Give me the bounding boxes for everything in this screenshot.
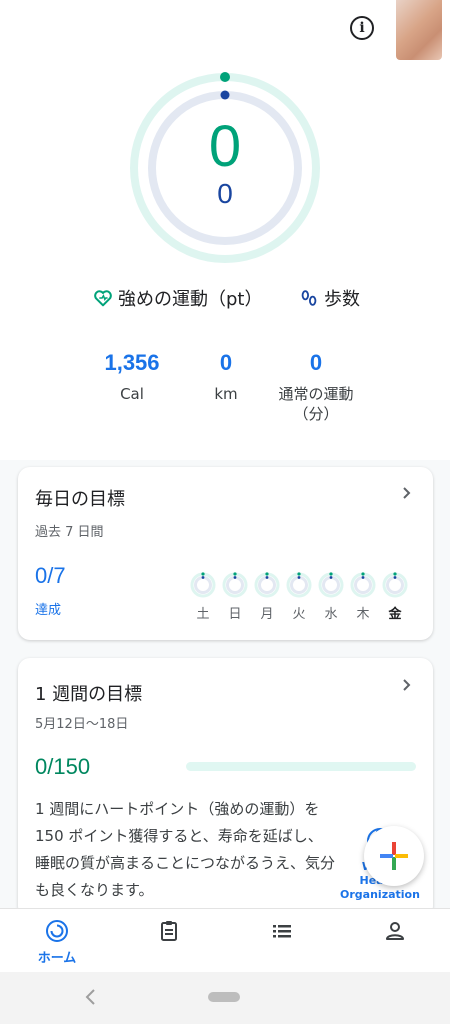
day-indicator-today: 金 <box>381 571 409 622</box>
move-minutes-label-line2: （分） <box>293 405 339 423</box>
calories-label: Cal <box>120 385 144 403</box>
day-indicator: 土 <box>189 571 217 622</box>
legend-heart-label: 強めの運動（pt） <box>118 289 263 310</box>
distance-label: km <box>214 385 238 403</box>
system-navigation <box>0 972 450 1024</box>
stat-calories: 1,356 Cal <box>100 350 164 404</box>
daily-goal-value: 0/7 <box>35 563 66 588</box>
steps-icon <box>301 290 317 306</box>
legend-heart-points: 強めの運動（pt） <box>92 284 262 312</box>
stat-distance: 0 km <box>196 350 256 404</box>
bottom-navigation: ホーム <box>0 908 450 972</box>
chevron-right-icon <box>403 487 411 499</box>
add-icon <box>380 842 408 870</box>
move-minutes-label: 通常の運動 （分） <box>256 384 376 424</box>
day-label: 木 <box>356 607 370 622</box>
day-indicator: 日 <box>221 571 249 622</box>
heart-ring-indicator <box>220 72 230 82</box>
weekly-goal-value: 0/150 <box>35 754 91 779</box>
day-label-today: 金 <box>388 607 402 622</box>
day-label: 火 <box>292 607 306 622</box>
weekly-goal-progress-bar <box>186 762 416 771</box>
stat-move-minutes: 0 通常の運動 （分） <box>256 350 376 424</box>
back-icon[interactable] <box>84 988 98 1006</box>
day-ring-icon <box>286 572 312 598</box>
nav-journal[interactable] <box>124 909 214 973</box>
chevron-right-icon <box>403 679 411 691</box>
weekly-goal-title: 1 週間の目標 <box>35 684 143 705</box>
list-icon <box>273 925 291 938</box>
day-label: 土 <box>196 607 210 622</box>
weekly-goal-description: 1 週間にハートポイント（強めの運動）を 150 ポイント獲得すると、寿命を延ば… <box>35 800 336 899</box>
day-ring-icon <box>254 572 280 598</box>
nav-browse[interactable] <box>237 909 327 973</box>
add-button[interactable] <box>364 826 424 886</box>
nav-profile[interactable] <box>350 909 440 973</box>
calories-value: 1,356 <box>104 350 160 375</box>
day-label: 日 <box>228 607 242 622</box>
daily-goal-status: 達成 <box>35 603 62 618</box>
daily-goal-subtitle: 過去 7 日間 <box>35 525 104 540</box>
home-rings-icon <box>46 920 68 942</box>
day-ring-icon <box>190 572 216 598</box>
profile-avatar[interactable] <box>396 0 442 60</box>
day-label: 水 <box>324 607 338 622</box>
nav-home-label: ホーム <box>37 951 77 966</box>
legend-steps-label: 歩数 <box>324 289 360 310</box>
legend-steps: 歩数 <box>298 284 360 312</box>
nav-home[interactable]: ホーム <box>12 909 102 973</box>
daily-goal-card[interactable]: 毎日の目標 過去 7 日間 0/7 達成 土 日 月 火 水 木 金 <box>18 467 433 640</box>
steps-value: 0 <box>217 178 233 209</box>
weekly-goal-date-range: 5月12日〜18日 <box>35 717 129 732</box>
day-label: 月 <box>260 607 274 622</box>
day-ring-icon <box>350 572 376 598</box>
info-icon[interactable]: i <box>350 16 374 40</box>
day-ring-icon <box>318 572 344 598</box>
who-line2: Organization <box>340 888 420 901</box>
day-indicator: 木 <box>349 571 377 622</box>
day-indicator: 火 <box>285 571 313 622</box>
person-icon <box>386 922 404 940</box>
day-indicator: 水 <box>317 571 345 622</box>
heart-points-value: 0 <box>208 114 242 179</box>
stats-row: 1,356 Cal 0 km 0 通常の運動 （分） <box>0 350 450 430</box>
steps-ring-indicator <box>220 90 230 100</box>
heart-points-icon <box>94 290 112 307</box>
move-minutes-label-line1: 通常の運動 <box>278 385 354 403</box>
activity-ring[interactable]: 0 0 <box>127 70 323 266</box>
day-ring-icon <box>382 572 408 598</box>
move-minutes-value: 0 <box>309 350 323 375</box>
distance-value: 0 <box>219 350 233 375</box>
day-indicator: 月 <box>253 571 281 622</box>
home-pill[interactable] <box>208 992 240 1002</box>
journal-icon <box>161 921 177 941</box>
daily-goal-title: 毎日の目標 <box>35 489 125 510</box>
day-ring-icon <box>222 572 248 598</box>
